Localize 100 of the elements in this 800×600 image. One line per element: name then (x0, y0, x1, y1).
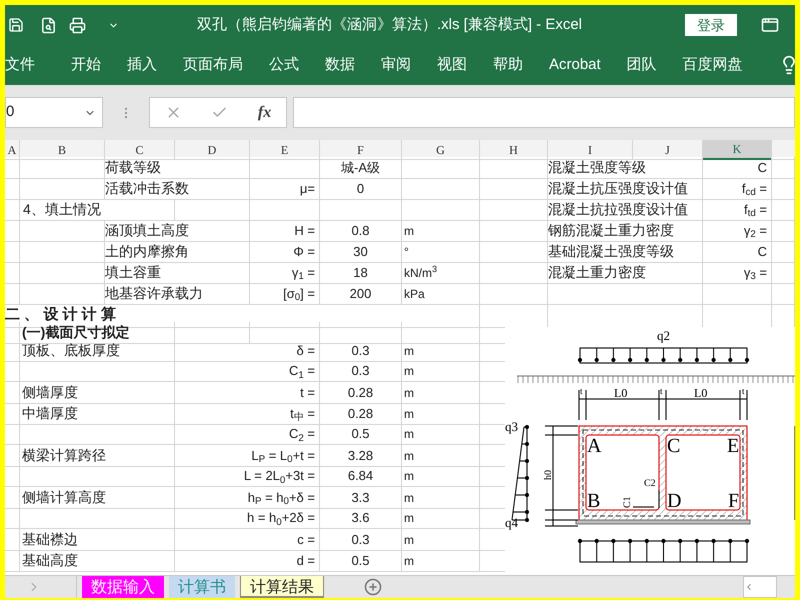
table-cell (5, 508, 20, 529)
diagram-label: B (587, 490, 600, 512)
login-button[interactable]: 登录 (685, 14, 737, 36)
symbol-cell: H = (250, 220, 320, 242)
table-cell (5, 445, 20, 467)
value-cell: 0.28 (320, 382, 402, 404)
column-header[interactable]: I (548, 140, 633, 160)
table-cell (250, 322, 320, 344)
diagram-label: t (742, 386, 745, 396)
unit-cell: kPa (402, 283, 480, 305)
value-cell: 0.3 (320, 361, 402, 382)
value-cell: 6.84 (320, 466, 402, 487)
ribbon-tab[interactable]: 百度网盘 (670, 54, 756, 76)
print-preview-icon[interactable] (40, 16, 57, 34)
value-cell: 0.5 (320, 550, 402, 572)
unit-cell: m (402, 220, 480, 242)
unit-cell: m (402, 508, 480, 529)
column-header[interactable]: E (250, 140, 320, 160)
unit-cell: m (402, 403, 480, 425)
table-cell (5, 424, 20, 445)
diagram-label: q3 (505, 419, 518, 434)
value-cell: 城-A级 (320, 157, 402, 179)
add-sheet-icon[interactable] (364, 578, 382, 596)
value-cell: 0.5 (320, 424, 402, 445)
ribbon-tab[interactable]: 插入 (114, 54, 170, 76)
table-cell (5, 466, 20, 487)
ribbon-tab[interactable]: 页面布局 (170, 54, 256, 76)
label-cell: 活载冲击系数 (105, 178, 250, 200)
table-cell (480, 220, 548, 242)
symbol-cell: h = h$_{0}$+2δ = (175, 508, 320, 529)
label-cell: 填土容重 (105, 262, 250, 284)
table-cell (772, 220, 795, 242)
ribbon-tab[interactable]: 文件 (5, 54, 48, 76)
label-cell: 基础混凝土强度等级 (548, 241, 703, 263)
label-cell: 荷载等级 (105, 157, 250, 179)
diagram-label: C (667, 435, 680, 457)
table-cell (5, 178, 20, 200)
unit-cell: m (402, 487, 480, 509)
ribbon-tab[interactable]: 帮助 (480, 54, 536, 76)
ribbon-tab[interactable]: 数据 (312, 54, 368, 76)
symbol-cell: μ= (250, 178, 320, 200)
diagram-label: t (580, 386, 583, 396)
unit-cell: kN/m$^{3}$ (402, 262, 480, 284)
table-cell (5, 199, 20, 221)
ribbon-display-icon[interactable] (761, 16, 779, 34)
table-cell (5, 487, 20, 509)
column-header[interactable]: A (5, 140, 20, 160)
unit-cell: m (402, 424, 480, 445)
value-cell: 30 (320, 241, 402, 263)
unit-cell: m (402, 550, 480, 572)
name-box[interactable]: 0 (5, 97, 103, 128)
table-cell (772, 262, 795, 284)
diagram-label: h0 (543, 470, 554, 480)
ribbon-tab[interactable]: 开始 (58, 54, 114, 76)
label-cell: 钢筋混凝土重力密度 (548, 220, 703, 242)
column-header[interactable]: G (402, 140, 480, 160)
column-header[interactable]: C (105, 140, 175, 160)
horizontal-scrollbar[interactable] (743, 576, 777, 598)
section-label: 4、填土情况 (20, 199, 175, 221)
diagram-label: L0 (614, 386, 628, 400)
column-header[interactable]: H (480, 140, 548, 160)
table-cell (5, 157, 20, 179)
symbol-cell: c = (175, 529, 320, 551)
symbol-cell: γ$_{2}$ = (703, 220, 772, 242)
insert-function-button[interactable]: fx (258, 100, 272, 124)
ribbon-tab[interactable]: 团队 (614, 54, 670, 76)
sheet-tab[interactable]: 数据输入 (82, 576, 164, 598)
ribbon-tab[interactable]: 公式 (256, 54, 312, 76)
column-header[interactable]: D (175, 140, 250, 160)
ribbon-tab[interactable]: 视图 (424, 54, 480, 76)
table-cell (5, 241, 20, 263)
ribbon-tab[interactable]: Acrobat (536, 54, 614, 76)
symbol-cell: t$_{中}$ = (175, 403, 320, 425)
symbol-cell: h$_{P}$ = h$_{0}$+δ = (175, 487, 320, 509)
value-cell: 3.3 (320, 487, 402, 509)
table-cell (5, 322, 20, 344)
symbol-cell: δ = (175, 340, 320, 362)
table-cell (480, 241, 548, 263)
label-cell: 横梁计算跨径 (20, 445, 175, 467)
value-cell: 0.8 (320, 220, 402, 242)
sheet-tab[interactable]: 计算结果 (240, 576, 324, 598)
column-header[interactable]: F (320, 140, 402, 160)
diagram-label: C2 (644, 478, 656, 489)
window-title: 双孔（熊启钧编著的《涵洞》算法）.xls [兼容模式] - Excel (197, 14, 582, 35)
formula-input-field[interactable] (293, 97, 795, 128)
symbol-cell: C (703, 157, 772, 179)
table-cell (772, 157, 795, 179)
column-header[interactable]: K (703, 140, 772, 160)
save-icon[interactable] (8, 17, 24, 33)
diagram-label: D (667, 490, 682, 512)
label-cell: 侧墙计算高度 (20, 487, 175, 509)
symbol-cell: f$_{td}$ = (703, 199, 772, 221)
table-cell (5, 382, 20, 404)
column-header[interactable]: B (20, 140, 105, 160)
diagram-label: t (660, 386, 663, 396)
table-cell (480, 283, 548, 305)
value-cell: 3.6 (320, 508, 402, 529)
diagram-label: E (727, 435, 740, 457)
ribbon-tab[interactable]: 审阅 (368, 54, 424, 76)
printer-icon[interactable] (69, 16, 86, 34)
